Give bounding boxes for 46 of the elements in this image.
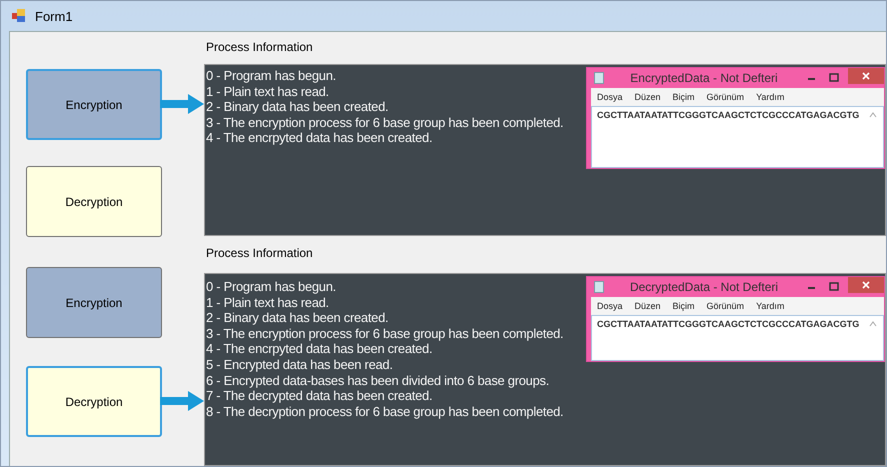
menu-item[interactable]: Yardım — [756, 301, 784, 311]
form-button[interactable]: Encryption — [26, 267, 162, 338]
window-title: Form1 — [35, 8, 73, 24]
form-button[interactable]: Decryption — [26, 166, 162, 237]
log-line: 0 - Program has begun. — [206, 279, 336, 295]
log-line: 4 - The encrpyted data has been created. — [206, 341, 432, 357]
log-line: 2 - Binary data has been created. — [206, 99, 388, 115]
scroll-up-icon[interactable] — [869, 112, 877, 118]
log-line: 7 - The decrypted data has been created. — [206, 388, 432, 404]
arrow-icon — [160, 93, 204, 115]
text-area[interactable]: CGCTTAATAATATTCGGGTCAAGCTCTCGCCCATGAGACGTG — [591, 315, 884, 361]
menu-item[interactable]: Biçim — [672, 92, 695, 102]
menu-item[interactable]: Düzen — [634, 301, 661, 311]
close-icon[interactable] — [848, 68, 884, 84]
log-line: 6 - Encrypted data-bases has been divided into 6 base groups. — [206, 372, 550, 388]
log-line: 3 - The encryption process for 6 base group has been completed. — [206, 326, 564, 342]
menu-item[interactable]: Görünüm — [706, 301, 744, 311]
close-icon[interactable] — [848, 277, 884, 293]
group-label: Process Information — [205, 40, 314, 56]
notepad-title: EncryptedData - Not Defteri — [629, 71, 779, 85]
menu-item[interactable]: Düzen — [634, 92, 661, 102]
scroll-up-icon[interactable] — [869, 321, 877, 327]
maximize-icon — [829, 282, 839, 292]
log-line: 8 - The decryption process for 6 base group has been completed. — [206, 404, 564, 420]
log-line: 1 - Plain text has read. — [206, 294, 329, 310]
menu-item[interactable]: Dosya — [597, 92, 623, 102]
maximize-icon — [829, 73, 839, 83]
log-line: 2 - Binary data has been created. — [206, 310, 388, 326]
notepad-icon — [594, 281, 604, 293]
log-line: 3 - The encryption process for 6 base group has been completed. — [206, 114, 564, 130]
group-label: Process Information — [205, 246, 314, 262]
menu-item[interactable]: Dosya — [597, 301, 623, 311]
log-line: 1 - Plain text has read. — [206, 84, 329, 100]
menu-item[interactable]: Yardım — [756, 92, 784, 102]
notepad-title: DecryptedData - Not Defteri — [628, 280, 780, 294]
form-button[interactable]: Decryption — [26, 366, 162, 437]
menu-item[interactable]: Biçim — [672, 301, 695, 311]
form-button[interactable]: Encryption — [26, 69, 162, 140]
menu-item[interactable]: Görünüm — [706, 92, 744, 102]
log-line: 4 - The encrpyted data has been created. — [206, 130, 432, 146]
notepad-icon — [594, 72, 604, 84]
text-area[interactable]: CGCTTAATAATATTCGGGTCAAGCTCTCGCCCATGAGACGTG — [591, 106, 884, 168]
app-icon — [11, 8, 27, 24]
log-line: 0 - Program has begun. — [206, 68, 336, 84]
arrow-icon — [160, 390, 204, 412]
log-line: 5 - Encrypted data has been read. — [206, 356, 393, 373]
